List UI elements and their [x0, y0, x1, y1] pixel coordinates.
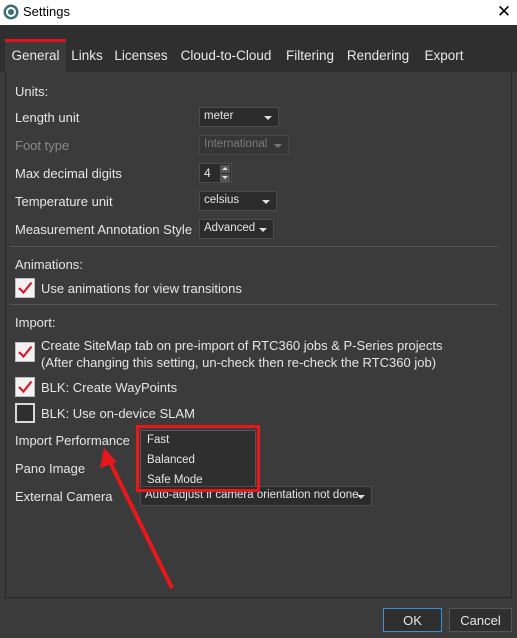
checkmark-icon — [18, 345, 33, 359]
use-animations-checkbox[interactable] — [15, 278, 35, 298]
title-bar: Settings ✕ — [0, 0, 517, 25]
tab-links[interactable]: Links — [68, 39, 106, 72]
tab-filtering[interactable]: Filtering — [282, 39, 338, 72]
blk-on-device-slam-label: BLK: Use on-device SLAM — [41, 406, 195, 421]
chevron-down-icon — [264, 116, 272, 120]
tab-export[interactable]: Export — [418, 39, 470, 72]
max-decimal-digits-value: 4 — [204, 166, 211, 180]
blk-create-waypoints-label: BLK: Create WayPoints — [41, 380, 178, 395]
measurement-annotation-style-select[interactable]: Advanced — [199, 219, 274, 239]
tab-licenses[interactable]: Licenses — [112, 39, 170, 72]
max-decimal-digits-spinbox[interactable]: 4 — [199, 163, 232, 183]
cancel-button[interactable]: Cancel — [449, 608, 512, 632]
temperature-unit-select[interactable]: celsius — [199, 191, 277, 211]
create-sitemap-tab-label: Create SiteMap tab on pre-import of RTC3… — [41, 338, 443, 353]
app-icon — [3, 4, 19, 20]
close-icon[interactable]: ✕ — [491, 0, 517, 25]
foot-type-select: International — [199, 135, 289, 155]
length-unit-select[interactable]: meter — [199, 107, 279, 127]
length-unit-value: meter — [204, 110, 234, 122]
tab-bar: General Links Licenses Cloud-to-Cloud Fi… — [0, 25, 517, 72]
create-sitemap-tab-note: (After changing this setting, un-check t… — [41, 355, 437, 370]
tab-rendering[interactable]: Rendering — [344, 39, 412, 72]
chevron-down-icon — [274, 144, 282, 148]
separator — [10, 304, 498, 305]
import-heading: Import: — [15, 315, 56, 330]
foot-type-label: Foot type — [15, 138, 70, 153]
measurement-annotation-style-label: Measurement Annotation Style — [15, 222, 193, 237]
blk-on-device-slam-checkbox[interactable] — [15, 403, 35, 423]
chevron-down-icon — [259, 228, 267, 232]
chevron-down-icon — [262, 200, 270, 204]
separator — [10, 246, 498, 247]
pano-image-label: Pano Image — [15, 461, 86, 476]
max-decimal-digits-label: Max decimal digits — [15, 166, 122, 181]
temperature-unit-value: celsius — [204, 194, 240, 206]
temperature-unit-label: Temperature unit — [15, 194, 113, 209]
animations-heading: Animations: — [15, 257, 83, 272]
import-performance-label: Import Performance — [15, 433, 130, 448]
measurement-annotation-style-value: Advanced — [204, 222, 256, 234]
tab-cloud-to-cloud[interactable]: Cloud-to-Cloud — [176, 39, 276, 72]
units-heading: Units: — [15, 84, 49, 99]
foot-type-value: International — [204, 138, 268, 150]
external-camera-value: Auto-adjust if camera orientation not do… — [145, 489, 359, 501]
external-camera-select[interactable]: Auto-adjust if camera orientation not do… — [140, 486, 372, 506]
length-unit-label: Length unit — [15, 110, 80, 125]
import-performance-dropdown-list: Fast Balanced Safe Mode — [140, 430, 256, 492]
use-animations-label: Use animations for view transitions — [41, 281, 242, 296]
option-fast[interactable]: Fast — [141, 431, 255, 451]
ok-button[interactable]: OK — [383, 608, 442, 632]
spin-up-icon[interactable] — [220, 165, 230, 173]
spin-down-icon[interactable] — [220, 174, 230, 182]
blk-create-waypoints-checkbox[interactable] — [15, 377, 35, 397]
create-sitemap-tab-checkbox[interactable] — [15, 342, 35, 362]
tab-general[interactable]: General — [5, 39, 66, 72]
option-balanced[interactable]: Balanced — [141, 451, 255, 471]
external-camera-label: External Camera — [15, 489, 113, 504]
window-title: Settings — [23, 4, 70, 19]
checkmark-icon — [18, 281, 33, 295]
chevron-down-icon — [357, 495, 365, 499]
checkmark-icon — [18, 380, 33, 394]
